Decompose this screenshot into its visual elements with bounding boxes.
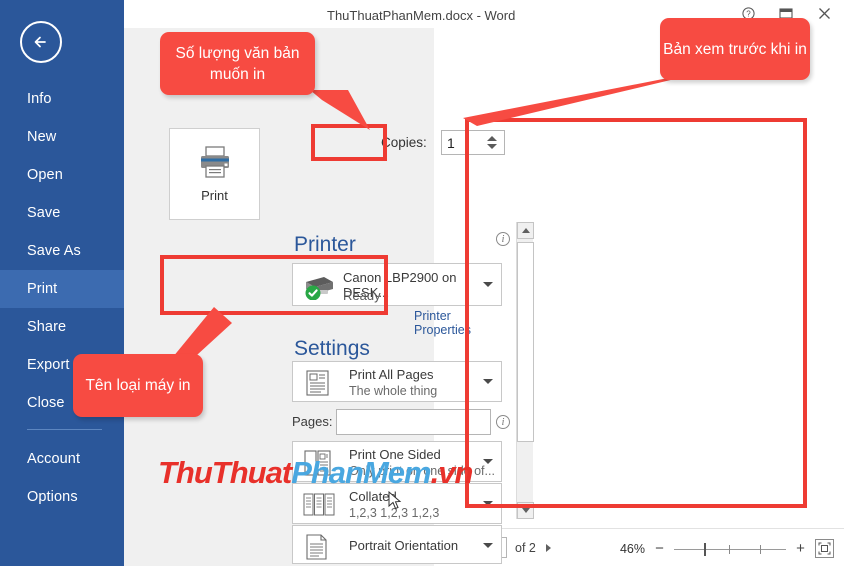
sidebar-divider	[27, 429, 102, 430]
callout-tail-copies	[310, 90, 370, 130]
pages-input[interactable]	[337, 410, 490, 434]
copies-input[interactable]	[442, 132, 484, 153]
sidebar-label: New	[27, 129, 57, 145]
chevron-down-icon[interactable]	[483, 543, 493, 548]
collated-icon	[303, 493, 335, 516]
chevron-down-icon[interactable]	[483, 282, 493, 287]
next-page-button[interactable]	[544, 542, 554, 554]
sidebar-item-new[interactable]: New	[0, 118, 124, 156]
print-button[interactable]: Print	[169, 128, 260, 220]
annotation-printer: Tên loại máy in	[73, 354, 203, 417]
back-arrow-icon	[34, 36, 46, 48]
triangle-down-icon	[521, 508, 530, 513]
zoom-slider-handle[interactable]	[704, 542, 706, 556]
svg-text:?: ?	[746, 9, 751, 18]
sidebar-item-save[interactable]: Save	[0, 194, 124, 232]
sidebar-label: Close	[27, 395, 65, 411]
sidebar-label: Export	[27, 357, 70, 373]
zoom-slider-tick	[760, 544, 761, 554]
printer-device-icon	[305, 277, 333, 300]
print-button-label: Print	[201, 188, 228, 203]
sidebar-item-info[interactable]: Info	[0, 80, 124, 118]
pages-field-label: Pages:	[292, 414, 333, 429]
setting-title: Print One Sided	[349, 447, 441, 462]
zoom-controls: 46% − +	[620, 539, 834, 558]
annotation-copies: Số lượng văn bản muốn in	[160, 32, 315, 95]
close-icon[interactable]	[816, 5, 832, 21]
zoom-slider-tick	[729, 544, 730, 554]
chevron-down-icon[interactable]	[483, 459, 493, 464]
zoom-level-label: 46%	[619, 541, 645, 556]
printer-select[interactable]: Canon LBP2900 on DESK... Ready	[292, 263, 502, 306]
chevron-down-icon[interactable]	[483, 501, 493, 506]
zoom-out-button[interactable]: −	[654, 541, 665, 556]
setting-subtitle: Only print on one side of...	[349, 464, 495, 478]
sidebar-label: Save As	[27, 243, 81, 259]
setting-subtitle: The whole thing	[349, 384, 438, 398]
zoom-slider-track	[674, 548, 786, 550]
sidebar-item-print[interactable]: Print	[0, 270, 124, 308]
sidebar-item-options[interactable]: Options	[0, 478, 124, 516]
zoom-slider[interactable]	[674, 542, 786, 556]
backstage-sidebar: Info New Open Save Save As Print Share E…	[0, 0, 124, 566]
setting-duplex[interactable]: Print One Sided Only print on one side o…	[292, 441, 502, 482]
copies-label: Copies:	[381, 135, 427, 150]
page-count-label: of 2	[515, 540, 536, 555]
printer-status: Ready	[343, 288, 381, 303]
chevron-down-icon[interactable]	[483, 379, 493, 384]
sidebar-label: Options	[27, 489, 78, 505]
annotation-preview: Bản xem trước khi in	[660, 18, 810, 80]
document-icon	[306, 370, 329, 396]
pages-info-icon[interactable]: i	[496, 415, 510, 429]
sidebar-item-save-as[interactable]: Save As	[0, 232, 124, 270]
settings-heading: Settings	[294, 337, 370, 360]
copies-spinner[interactable]	[484, 131, 500, 154]
sidebar-item-open[interactable]: Open	[0, 156, 124, 194]
sidebar-label: Open	[27, 167, 63, 183]
zoom-to-page-button[interactable]	[815, 539, 834, 558]
sidebar-label: Account	[27, 451, 81, 467]
sidebar-label: Save	[27, 205, 61, 221]
scrollbar-thumb[interactable]	[517, 242, 534, 442]
portrait-icon	[306, 534, 327, 560]
settings-scrollbar[interactable]	[516, 222, 534, 519]
triangle-right-icon	[546, 543, 552, 552]
fit-page-icon	[818, 542, 831, 555]
one-sided-icon	[304, 450, 331, 476]
sidebar-label: Info	[27, 91, 52, 107]
setting-title: Print All Pages	[349, 367, 434, 382]
spinner-down-icon[interactable]	[487, 144, 497, 149]
sidebar-label: Print	[27, 281, 58, 297]
printer-icon	[200, 146, 229, 178]
backstage-nav: Info New Open Save Save As Print Share E…	[0, 80, 124, 516]
scroll-up-button[interactable]	[517, 222, 534, 239]
pages-field[interactable]	[336, 409, 491, 435]
scroll-down-button[interactable]	[517, 502, 534, 519]
sidebar-label: Share	[27, 319, 67, 335]
mouse-cursor-icon	[388, 491, 402, 510]
spinner-up-icon[interactable]	[487, 136, 497, 141]
zoom-in-button[interactable]: +	[795, 541, 806, 556]
sidebar-item-account[interactable]: Account	[0, 440, 124, 478]
triangle-up-icon	[521, 228, 530, 233]
document-title: ThuThuatPhanMem.docx - Word	[327, 8, 516, 23]
copies-field[interactable]	[441, 130, 505, 155]
setting-title: Portrait Orientation	[349, 538, 459, 553]
back-button[interactable]	[20, 21, 62, 63]
word-print-backstage: Info New Open Save Save As Print Share E…	[0, 0, 844, 566]
callout-tail-preview	[463, 78, 679, 126]
setting-orientation[interactable]: Portrait Orientation	[292, 525, 502, 564]
sidebar-item-share[interactable]: Share	[0, 308, 124, 346]
printer-info-icon[interactable]: i	[496, 232, 510, 246]
setting-print-range[interactable]: Print All Pages The whole thing	[292, 361, 502, 402]
printer-heading: Printer	[294, 233, 356, 256]
printer-properties-link[interactable]: Printer Properties	[414, 309, 471, 337]
